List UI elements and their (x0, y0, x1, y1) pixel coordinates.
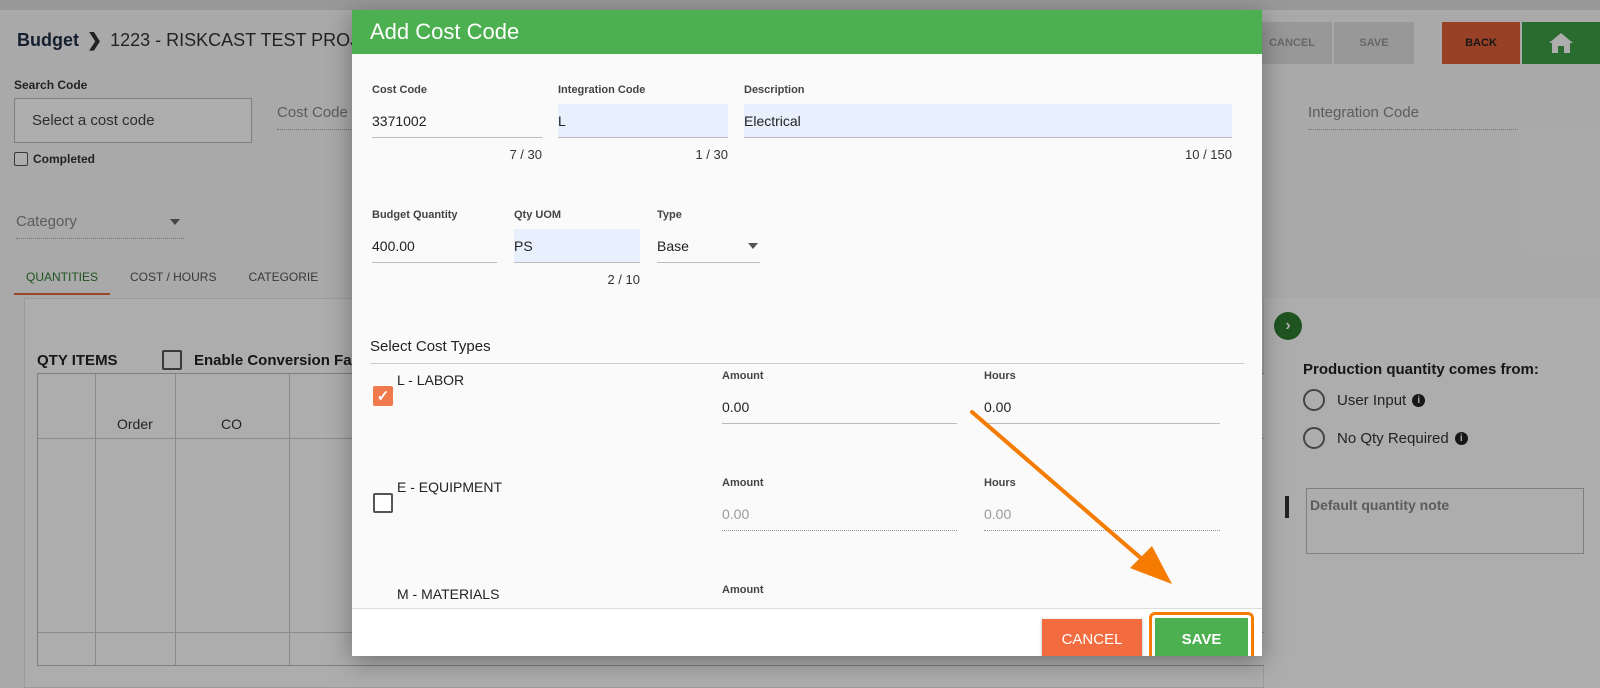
caret-down-icon (748, 243, 758, 249)
qty-uom-label: Qty UOM (514, 209, 562, 221)
cost-code-counter: 7 / 30 (509, 147, 542, 162)
materials-amount-field: Amount (722, 584, 957, 604)
integration-code-field: Integration Code L 1 / 30 (558, 84, 728, 162)
save-button[interactable]: SAVE (1155, 618, 1248, 656)
materials-amount-label: Amount (722, 584, 764, 596)
add-cost-code-dialog: Add Cost Code Cost Code 3371002 7 / 30 I… (352, 10, 1262, 656)
cost-code-label: Cost Code (372, 84, 427, 96)
qty-uom-field: Qty UOM PS 2 / 10 (514, 209, 640, 287)
labor-amount-input[interactable]: 0.00 (722, 390, 957, 424)
cost-code-input[interactable]: 3371002 (372, 104, 542, 138)
description-counter: 10 / 150 (1185, 147, 1232, 162)
materials-label: M - MATERIALS (397, 586, 500, 602)
integration-code-input[interactable]: L (558, 104, 728, 138)
labor-hours-label: Hours (984, 370, 1016, 382)
integration-code-label: Integration Code (558, 84, 646, 96)
equipment-hours-label: Hours (984, 477, 1016, 489)
labor-checkbox[interactable]: ✓ (373, 386, 393, 406)
labor-hours-input[interactable]: 0.00 (984, 390, 1220, 424)
select-cost-types-title: Select Cost Types (370, 338, 1244, 364)
type-label: Type (657, 209, 682, 221)
type-field: Type Base (657, 209, 760, 263)
description-label: Description (744, 84, 805, 96)
equipment-checkbox[interactable] (373, 493, 393, 513)
budget-quantity-input[interactable]: 400.00 (372, 229, 497, 263)
integration-code-counter: 1 / 30 (695, 147, 728, 162)
equipment-amount-input[interactable]: 0.00 (722, 497, 957, 531)
labor-amount-label: Amount (722, 370, 764, 382)
type-value: Base (657, 238, 689, 254)
dialog-footer: CANCEL SAVE (352, 608, 1262, 656)
equipment-amount-field: Amount 0.00 (722, 477, 957, 531)
cost-code-field: Cost Code 3371002 7 / 30 (372, 84, 542, 162)
labor-label: L - LABOR (397, 372, 465, 388)
type-select[interactable]: Base (657, 229, 760, 263)
equipment-hours-field: Hours 0.00 (984, 477, 1220, 531)
dialog-title: Add Cost Code (352, 10, 1262, 54)
qty-uom-counter: 2 / 10 (607, 272, 640, 287)
save-highlight-ring: SAVE (1149, 612, 1254, 656)
qty-uom-input[interactable]: PS (514, 229, 640, 263)
cancel-button[interactable]: CANCEL (1042, 619, 1142, 656)
budget-quantity-field: Budget Quantity 400.00 (372, 209, 497, 263)
description-input[interactable]: Electrical (744, 104, 1232, 138)
labor-hours-field: Hours 0.00 (984, 370, 1220, 424)
equipment-amount-label: Amount (722, 477, 764, 489)
equipment-hours-input[interactable]: 0.00 (984, 497, 1220, 531)
labor-amount-field: Amount 0.00 (722, 370, 957, 424)
dialog-body: Cost Code 3371002 7 / 30 Integration Cod… (352, 54, 1262, 608)
description-field: Description Electrical 10 / 150 (744, 84, 1232, 162)
budget-quantity-label: Budget Quantity (372, 209, 458, 221)
equipment-label: E - EQUIPMENT (397, 479, 503, 495)
